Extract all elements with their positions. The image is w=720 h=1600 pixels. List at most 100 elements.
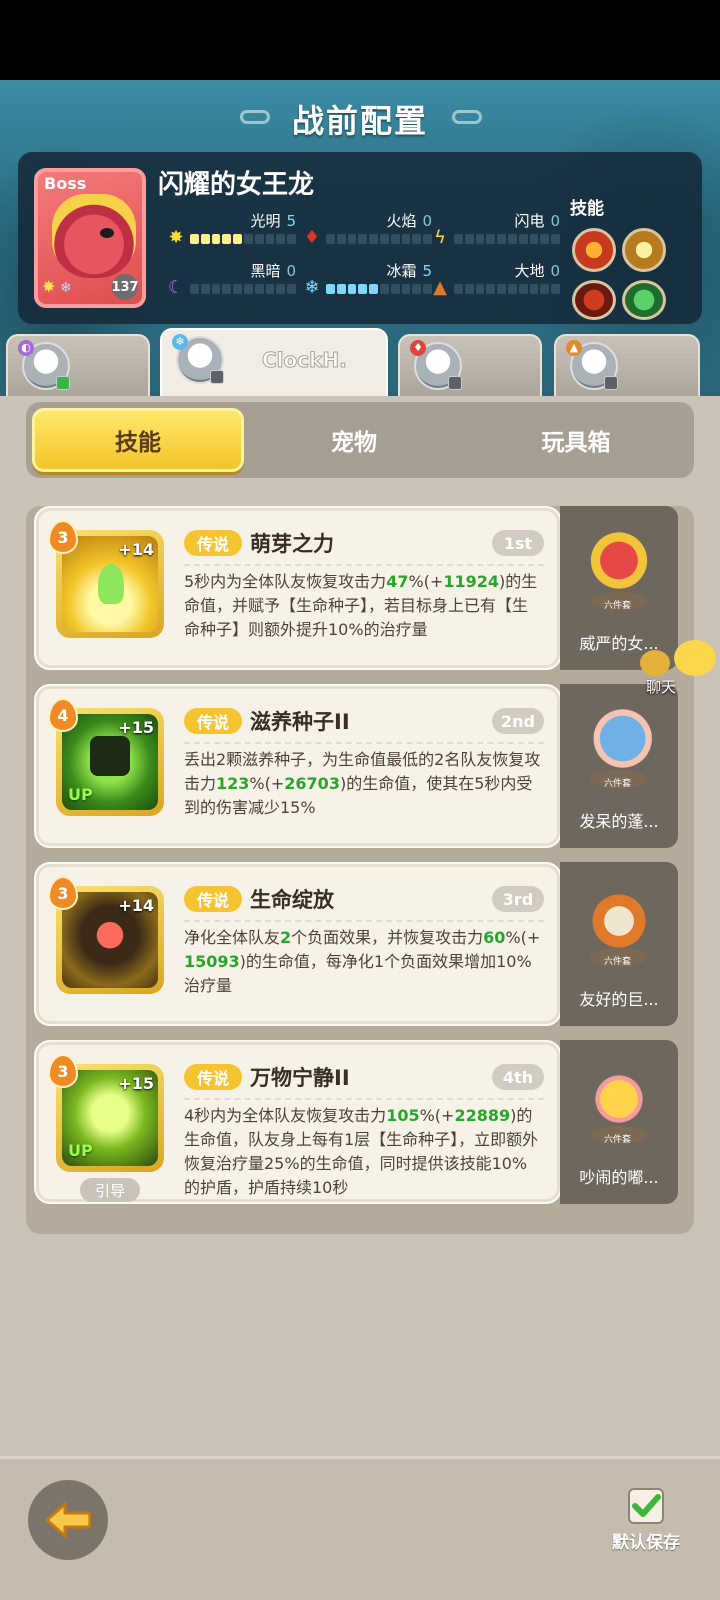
skill-card[interactable]: 3 +14 传说 生命绽放 3rd 净化全体队友2个负面效果，并恢复攻击力60%…: [34, 862, 562, 1026]
equipment-badge-icon: [210, 370, 224, 384]
stat-value: 0: [286, 262, 296, 280]
stat-bar: [454, 234, 560, 244]
sun-icon: ✸: [42, 277, 56, 296]
snowflake-icon: ❄: [60, 280, 72, 296]
skill-plus-level: +15: [118, 718, 154, 737]
mountain-icon: ▲: [433, 277, 447, 298]
stat-earth: ▲ 大地 0: [430, 260, 560, 300]
ice-element-icon: ❄: [172, 334, 188, 350]
title-decoration-right: [452, 110, 482, 124]
stat-label: 黑暗: [250, 262, 281, 280]
skill-name: 万物宁静II: [250, 1066, 350, 1090]
set-bonus-name: 发呆的蓬...: [579, 812, 659, 831]
skill-plus-level: +15: [118, 1074, 154, 1093]
equipment-badge-icon: [448, 376, 462, 390]
flame-icon: ♦: [303, 227, 321, 248]
tab-pets[interactable]: 宠物: [248, 408, 460, 472]
stat-bar: [326, 234, 432, 244]
skill-card[interactable]: 4 +15 UP 传说 滋养种子II 2nd 丢出2颗滋养种子，为生命值最低的2…: [34, 684, 562, 848]
skill-description: 丢出2颗滋养种子，为生命值最低的2名队友恢复攻击力123%(+26703)的生命…: [184, 750, 541, 817]
sun-icon: ✸: [168, 227, 184, 248]
skill-level-badge: 3: [48, 520, 78, 554]
skill-description: 4秒内为全体队友恢复攻击力105%(+22889)的生命值，队友身上每有1层【生…: [184, 1106, 539, 1197]
skill-rank-badge: 3rd: [492, 886, 544, 912]
moon-icon: ☾: [167, 277, 185, 298]
skill-name: 生命绽放: [250, 888, 334, 912]
stat-value: 0: [550, 212, 560, 230]
stat-bar: [190, 234, 296, 244]
skill-rank-badge: 2nd: [492, 708, 544, 734]
boss-skill-icon[interactable]: [622, 280, 666, 320]
rarity-badge: 传说: [184, 886, 242, 912]
set-bonus-panel[interactable]: 六件套 发呆的蓬...: [560, 684, 678, 848]
default-save-toggle[interactable]: 默认保存: [612, 1488, 698, 1560]
stat-light: ✸ 光明 5: [166, 210, 296, 250]
chat-bubble-icon: [640, 650, 670, 676]
boss-tag: Boss: [44, 174, 87, 193]
divider: [184, 1098, 544, 1100]
stat-label: 冰霜: [386, 262, 417, 280]
equipment-badge-icon: [604, 376, 618, 390]
equipped-badge-icon: [56, 376, 70, 390]
back-button[interactable]: [28, 1480, 108, 1560]
skill-level-badge: 3: [48, 876, 78, 910]
skill-description: 净化全体队友2个负面效果，并恢复攻击力60%(+15093)的生命值，每净化1个…: [184, 928, 541, 995]
stat-lightning: ϟ 闪电 0: [430, 210, 560, 250]
skill-description: 5秒内为全体队友恢复攻击力47%(+11924)的生命值，并赋予【生命种子】，若…: [184, 572, 538, 639]
skill-card[interactable]: 3 +15 UP 引导 传说 万物宁静II 4th 4秒内为全体队友恢复攻击力1…: [34, 1040, 562, 1204]
skill-level-badge: 4: [48, 698, 78, 732]
skill-card[interactable]: 3 +14 传说 萌芽之力 1st 5秒内为全体队友恢复攻击力47%(+1192…: [34, 506, 562, 670]
snowflake-icon: ❄: [304, 277, 320, 298]
hero-tab-2[interactable]: ❄ ClockH.: [160, 328, 388, 396]
checkmark-icon: [632, 1494, 661, 1517]
hero-tab-1[interactable]: ◐: [6, 334, 150, 396]
stat-fire: ♦ 火焰 0: [302, 210, 432, 250]
skill-rank-badge: 4th: [492, 1064, 544, 1090]
smiley-icon: [674, 640, 716, 676]
boss-portrait[interactable]: Boss ✸ ❄ 137: [34, 168, 146, 308]
boss-level: 137: [111, 274, 139, 300]
tab-skills[interactable]: 技能: [32, 408, 244, 472]
checkbox[interactable]: [628, 1488, 664, 1524]
boss-dragon-image: [52, 194, 136, 278]
stat-value: 0: [550, 262, 560, 280]
boss-skill-icon[interactable]: [572, 280, 616, 320]
hero-tab-4[interactable]: ▲: [554, 334, 700, 396]
tab-toybox[interactable]: 玩具箱: [464, 408, 688, 472]
stat-label: 闪电: [514, 212, 545, 230]
skill-plus-level: +14: [118, 540, 154, 559]
set-bonus-name: 友好的巨...: [579, 990, 659, 1009]
boss-name: 闪耀的女王龙: [158, 170, 315, 200]
divider: [184, 564, 544, 566]
rarity-badge: 传说: [184, 530, 242, 556]
boss-skills-label: 技能: [570, 199, 604, 219]
skill-list: 3 +14 传说 萌芽之力 1st 5秒内为全体队友恢复攻击力47%(+1192…: [26, 506, 694, 1234]
default-save-label: 默认保存: [612, 1533, 680, 1553]
boss-info-panel: Boss ✸ ❄ 137 闪耀的女王龙 ✸ 光明 5 ♦ 火焰 0 ϟ 闪电 0 ☾ …: [18, 152, 702, 324]
boss-skill-icon[interactable]: [572, 228, 616, 272]
set-bonus-panel[interactable]: 六件套 吵闹的嘟...: [560, 1040, 678, 1204]
rarity-badge: 传说: [184, 708, 242, 734]
lightning-icon: ϟ: [434, 227, 446, 248]
stat-bar: [190, 284, 296, 294]
stat-label: 大地: [514, 262, 545, 280]
skill-name: 滋养种子II: [250, 710, 350, 734]
hero-tab-3[interactable]: ♦: [398, 334, 542, 396]
upgrade-tag: UP: [68, 785, 93, 804]
set-bonus-panel[interactable]: 六件套 友好的巨...: [560, 862, 678, 1026]
hero-name: ClockH.: [262, 348, 348, 373]
six-set-label: 六件套: [604, 601, 632, 611]
boss-skill-icon[interactable]: [622, 228, 666, 272]
skill-name: 萌芽之力: [250, 532, 334, 556]
skill-level-badge: 3: [48, 1054, 78, 1088]
stat-label: 光明: [250, 212, 281, 230]
chat-button[interactable]: 聊天: [640, 640, 720, 700]
six-set-label: 六件套: [604, 1135, 632, 1145]
page-title: 战前配置: [291, 102, 428, 140]
six-set-label: 六件套: [604, 957, 632, 967]
guide-badge: 引导: [80, 1178, 140, 1202]
divider: [184, 920, 544, 922]
stat-dark: ☾ 黑暗 0: [166, 260, 296, 300]
stat-label: 火焰: [386, 212, 417, 230]
rarity-badge: 传说: [184, 1064, 242, 1090]
